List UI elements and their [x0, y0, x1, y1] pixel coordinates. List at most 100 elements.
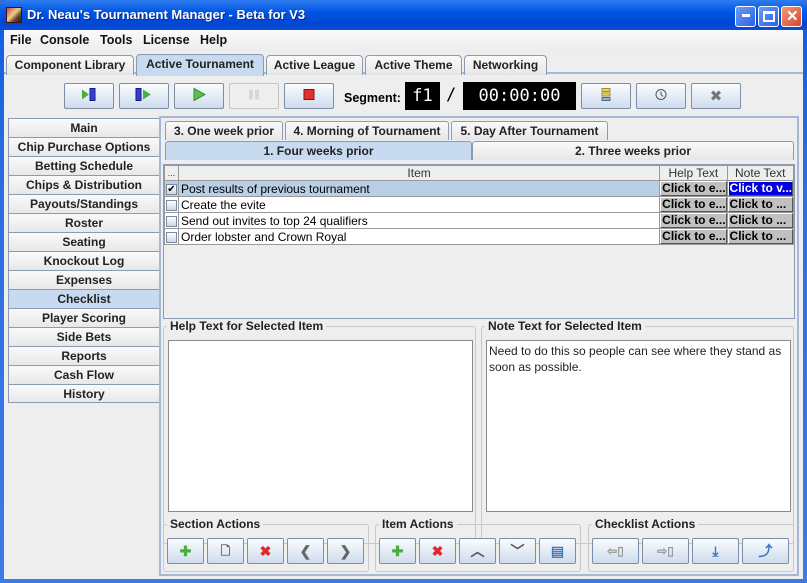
note-text-group: Note Text for Selected Item Need to do t…	[481, 319, 794, 544]
chevron-up-icon: ︿	[470, 543, 485, 559]
play-icon	[192, 87, 207, 105]
stop-button[interactable]	[284, 83, 334, 109]
note-text-button[interactable]: Click to ...	[728, 229, 793, 244]
section-actions-title: Section Actions	[167, 517, 264, 531]
stop-icon	[303, 89, 315, 104]
item-cell[interactable]: Send out invites to top 24 qualifiers	[177, 212, 661, 229]
menu-tools[interactable]: Tools	[100, 33, 132, 47]
clock-button[interactable]	[636, 83, 686, 109]
copy-icon: ▤	[550, 543, 565, 559]
delete-section-button[interactable]: ✖	[247, 538, 284, 564]
minimize-button[interactable]	[735, 6, 756, 27]
row-checkbox[interactable]	[166, 231, 177, 243]
pause-button[interactable]	[229, 83, 279, 109]
section-tab-three-weeks-prior[interactable]: 2. Three weeks prior	[472, 141, 794, 160]
table-row[interactable]: Create the evite Click to e... Click to …	[164, 196, 795, 213]
move-item-up-button[interactable]: ︿	[459, 538, 496, 564]
section-tab-one-week-prior[interactable]: 3. One week prior	[165, 121, 283, 140]
row-checkbox[interactable]	[166, 199, 177, 211]
move-item-down-button[interactable]: ﹀	[499, 538, 536, 564]
side-tab-roster[interactable]: Roster	[8, 213, 159, 232]
delete-icon: ✖	[431, 543, 444, 559]
move-section-left-button[interactable]: ❮	[287, 538, 324, 564]
item-cell[interactable]: Order lobster and Crown Royal	[177, 228, 661, 245]
item-cell[interactable]: Post results of previous tournament	[177, 180, 661, 197]
note-text-title: Note Text for Selected Item	[485, 319, 645, 333]
side-tab-main[interactable]: Main	[8, 118, 159, 137]
load-checklist-button[interactable]: ⤓	[692, 538, 739, 564]
side-tab-checklist[interactable]: Checklist	[8, 289, 159, 308]
delete-icon: ✖	[259, 543, 272, 559]
menu-file[interactable]: File	[10, 33, 32, 47]
table-row[interactable]: Send out invites to top 24 qualifiers Cl…	[164, 212, 795, 229]
pause-icon	[248, 89, 260, 104]
side-tab-side-bets[interactable]: Side Bets	[8, 327, 159, 346]
table-row[interactable]: ✔ Post results of previous tournament Cl…	[164, 180, 795, 197]
menu-help[interactable]: Help	[200, 33, 227, 47]
side-tab-history[interactable]: History	[8, 384, 159, 403]
play-button[interactable]	[174, 83, 224, 109]
tab-networking[interactable]: Networking	[464, 55, 547, 75]
copy-item-button[interactable]: ▤	[539, 538, 576, 564]
tray-download-icon: ⤓	[712, 543, 719, 559]
section-tab-morning-of-tournament[interactable]: 4. Morning of Tournament	[285, 121, 449, 140]
note-text-button[interactable]: Click to ...	[728, 197, 793, 212]
document-icon: 🗋	[220, 544, 231, 558]
section-tab-day-after-tournament[interactable]: 5. Day After Tournament	[451, 121, 608, 140]
side-tab-cash-flow[interactable]: Cash Flow	[8, 365, 159, 384]
table-row[interactable]: Order lobster and Crown Royal Click to e…	[164, 228, 795, 245]
side-tab-payouts-standings[interactable]: Payouts/Standings	[8, 194, 159, 213]
help-text-button[interactable]: Click to e...	[660, 197, 727, 212]
row-checkbox[interactable]	[166, 215, 177, 227]
app-window: Dr. Neau's Tournament Manager - Beta for…	[0, 0, 807, 583]
maximize-button[interactable]	[758, 6, 779, 27]
title-bar[interactable]: Dr. Neau's Tournament Manager - Beta for…	[0, 0, 807, 30]
side-tab-chips-distribution[interactable]: Chips & Distribution	[8, 175, 159, 194]
column-header-help-text[interactable]: Help Text	[659, 165, 728, 181]
close-button[interactable]: ✕	[781, 6, 802, 27]
side-tab-player-scoring[interactable]: Player Scoring	[8, 308, 159, 327]
menu-console[interactable]: Console	[40, 33, 89, 47]
save-checklist-button[interactable]: ⤴	[742, 538, 789, 564]
side-tab-reports[interactable]: Reports	[8, 346, 159, 365]
skip-to-start-button[interactable]	[64, 83, 114, 109]
side-tab-betting-schedule[interactable]: Betting Schedule	[8, 156, 159, 175]
tab-component-library[interactable]: Component Library	[6, 55, 134, 75]
skip-to-next-button[interactable]	[119, 83, 169, 109]
add-section-button[interactable]: ✚	[167, 538, 204, 564]
plus-icon: ✚	[179, 543, 192, 559]
tab-active-league[interactable]: Active League	[266, 55, 363, 75]
delete-item-button[interactable]: ✖	[419, 538, 456, 564]
export-checklist-button[interactable]: ⇦▯	[592, 538, 639, 564]
column-header-note-text[interactable]: Note Text	[726, 165, 795, 181]
side-tab-chip-purchase-options[interactable]: Chip Purchase Options	[8, 137, 159, 156]
side-tab-seating[interactable]: Seating	[8, 232, 159, 251]
row-checkbox[interactable]: ✔	[166, 183, 177, 195]
note-text-button[interactable]: Click to ...	[728, 213, 793, 228]
column-header-item[interactable]: Item	[177, 165, 661, 181]
menu-license[interactable]: License	[143, 33, 190, 47]
note-text-area[interactable]: Need to do this so people can see where …	[486, 340, 791, 512]
checklist-panel: 3. One week prior 4. Morning of Tourname…	[159, 116, 799, 576]
note-text-button[interactable]: Click to v...	[728, 181, 793, 196]
column-header-check[interactable]: ...	[164, 165, 179, 181]
close-tournament-button[interactable]: ✖	[691, 83, 741, 109]
tab-active-tournament[interactable]: Active Tournament	[136, 54, 264, 76]
x-icon: ✖	[709, 88, 723, 105]
add-item-button[interactable]: ✚	[379, 538, 416, 564]
help-text-button[interactable]: Click to e...	[660, 213, 727, 228]
help-text-button[interactable]: Click to e...	[660, 229, 727, 244]
levels-button[interactable]	[581, 83, 631, 109]
item-cell[interactable]: Create the evite	[177, 196, 661, 213]
move-section-right-button[interactable]: ❯	[327, 538, 364, 564]
skip-to-next-icon	[135, 88, 153, 105]
help-text-area[interactable]	[168, 340, 473, 512]
import-checklist-button[interactable]: ⇨▯	[642, 538, 689, 564]
main-frame: File Console Tools License Help Componen…	[4, 30, 803, 579]
edit-section-button[interactable]: 🗋	[207, 538, 244, 564]
help-text-button[interactable]: Click to e...	[660, 181, 727, 196]
tab-active-theme[interactable]: Active Theme	[365, 55, 462, 75]
side-tab-expenses[interactable]: Expenses	[8, 270, 159, 289]
section-tab-four-weeks-prior[interactable]: 1. Four weeks prior	[165, 141, 472, 160]
side-tab-knockout-log[interactable]: Knockout Log	[8, 251, 159, 270]
